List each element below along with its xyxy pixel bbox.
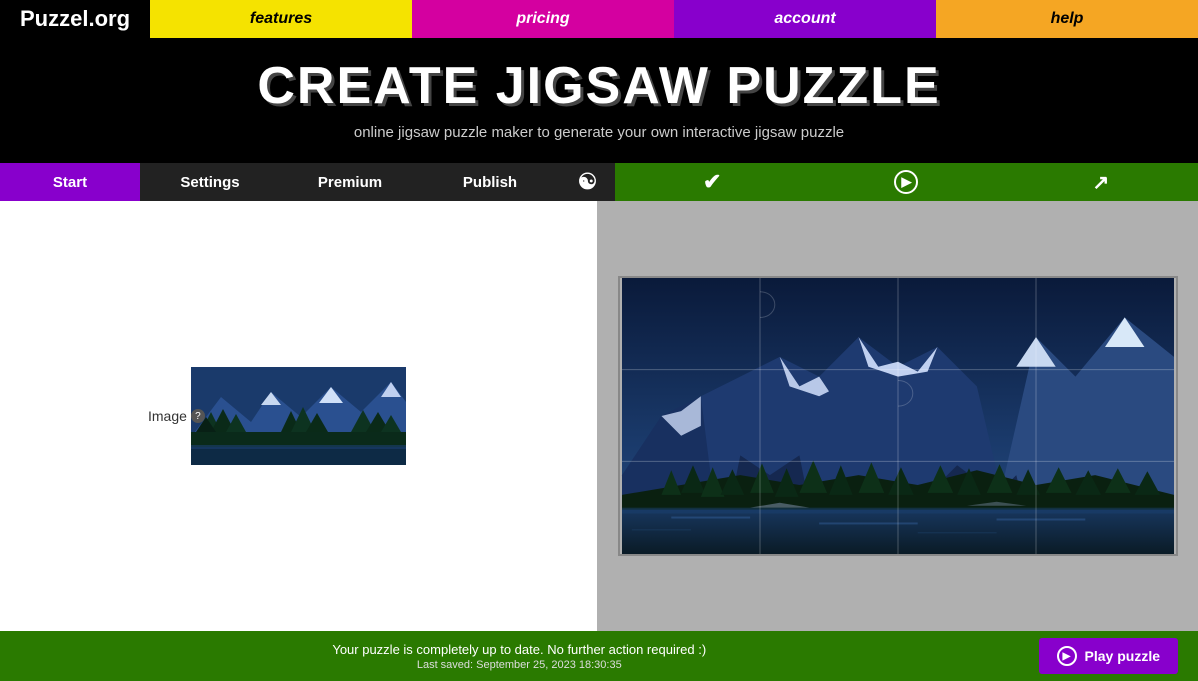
share-icon: ↗ <box>1092 170 1109 195</box>
status-sub: Last saved: September 25, 2023 18:30:35 <box>20 659 1019 671</box>
tab-settings[interactable]: Settings <box>140 163 280 201</box>
tab-share[interactable]: ↗ <box>1004 163 1198 201</box>
tab-play-circle[interactable]: ▶ <box>809 163 1003 201</box>
hero-section: CREATE JIGSAW PUZZLE online jigsaw puzzl… <box>0 38 1198 163</box>
nav-help[interactable]: help <box>936 0 1198 38</box>
hero-subtitle: online jigsaw puzzle maker to generate y… <box>0 124 1198 141</box>
right-panel <box>597 201 1198 631</box>
tab-yin-yang[interactable]: ☯ <box>560 163 615 201</box>
tab-publish[interactable]: Publish <box>420 163 560 201</box>
play-button-label: Play puzzle <box>1085 648 1160 664</box>
image-label: Image ? <box>148 408 205 424</box>
header: Puzzel.org features pricing account help <box>0 0 1198 38</box>
puzzle-container <box>618 276 1178 556</box>
tab-check[interactable]: ✔ <box>615 163 809 201</box>
hero-title: CREATE JIGSAW PUZZLE <box>0 56 1198 116</box>
yin-yang-icon: ☯ <box>578 169 598 195</box>
status-text: Your puzzle is completely up to date. No… <box>20 642 1019 671</box>
nav-features[interactable]: features <box>150 0 412 38</box>
left-panel: Image ? <box>0 201 597 631</box>
nav-pricing[interactable]: pricing <box>412 0 674 38</box>
play-button-icon: ▶ <box>1057 646 1077 666</box>
logo[interactable]: Puzzel.org <box>0 6 150 32</box>
play-puzzle-button[interactable]: ▶ Play puzzle <box>1039 638 1178 674</box>
image-label-text: Image <box>148 408 187 424</box>
help-icon[interactable]: ? <box>191 409 205 423</box>
check-icon: ✔ <box>703 169 721 195</box>
tab-premium[interactable]: Premium <box>280 163 420 201</box>
tab-bar: Start Settings Premium Publish ☯ ✔ ▶ ↗ <box>0 163 1198 201</box>
puzzle-image <box>620 278 1176 554</box>
status-main: Your puzzle is completely up to date. No… <box>20 642 1019 657</box>
thumbnail-image <box>191 367 406 465</box>
nav: features pricing account help <box>150 0 1198 38</box>
nav-account[interactable]: account <box>674 0 936 38</box>
tab-start[interactable]: Start <box>0 163 140 201</box>
play-circle-icon: ▶ <box>894 170 918 194</box>
main-content: Image ? <box>0 201 1198 631</box>
bottom-bar: Your puzzle is completely up to date. No… <box>0 631 1198 681</box>
